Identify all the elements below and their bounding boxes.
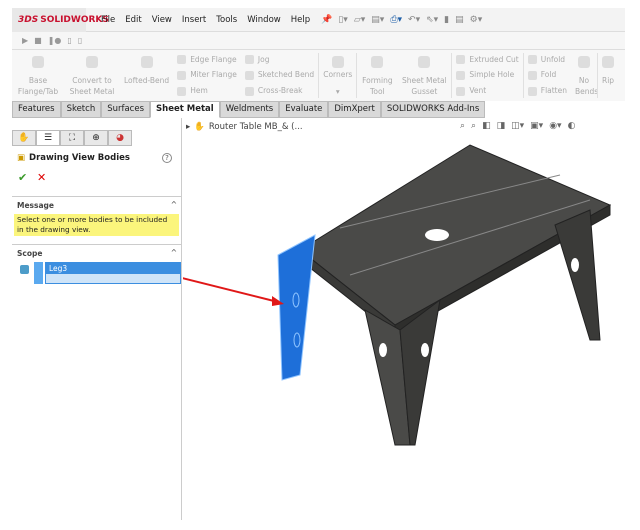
save-icon[interactable]: ▤▾	[371, 15, 384, 25]
tab-sheet-metal[interactable]: Sheet Metal	[150, 101, 220, 118]
scope-selection-list[interactable]: Leg3	[45, 262, 181, 284]
edge-flange-button[interactable]: Edge Flange	[177, 54, 237, 66]
rip-icon	[602, 56, 615, 68]
selection-bar	[34, 262, 43, 284]
ok-checkmark-icon[interactable]: ✔	[18, 171, 27, 184]
convert-to-sheet-metal-button[interactable]: Convert to Sheet Metal	[64, 50, 120, 101]
solidworks-logo[interactable]: 3DS SOLIDWORKS	[12, 7, 109, 32]
property-manager-tab-icon[interactable]: ☰	[36, 130, 60, 146]
panel-title: ▣ Drawing View Bodies	[17, 153, 130, 163]
forming-tool-button[interactable]: Forming Tool	[357, 50, 397, 101]
zoom-area-icon[interactable]: ⌕	[471, 121, 476, 131]
gusset-icon	[418, 56, 431, 68]
list-item[interactable]: Leg3	[46, 263, 180, 274]
corners-icon	[331, 56, 344, 68]
miter-flange-button[interactable]: Miter Flange	[177, 69, 237, 81]
vent-button[interactable]: Vent	[456, 85, 518, 97]
drawing-view-bodies-icon: ▣	[17, 153, 26, 163]
flatten-button[interactable]: Flatten	[528, 85, 567, 97]
rebuild-icon[interactable]: ▮	[444, 15, 449, 25]
simple-hole-button[interactable]: Simple Hole	[456, 69, 518, 81]
help-icon[interactable]: ?	[162, 153, 172, 163]
menu-view[interactable]: View	[147, 15, 177, 25]
tab-weldments[interactable]: Weldments	[219, 101, 280, 118]
configuration-manager-tab-icon[interactable]: ⛶	[60, 130, 84, 146]
no-bends-icon	[578, 56, 590, 68]
lofted-bend-button[interactable]: Lofted-Bend	[120, 50, 173, 101]
base-flange-button[interactable]: Base Flange/Tab	[12, 50, 64, 101]
print-icon[interactable]: ⎙▾	[390, 15, 402, 25]
router-table-model	[277, 144, 612, 446]
previous-view-icon[interactable]: ◧	[482, 121, 491, 131]
menu-bar: 3DS SOLIDWORKS File Edit View Insert Tool…	[12, 7, 625, 32]
stop-icon[interactable]: ■	[34, 36, 42, 45]
file-properties-icon[interactable]: ▤	[455, 15, 464, 25]
unfold-button[interactable]: Unfold	[528, 54, 567, 66]
tab-evaluate[interactable]: Evaluate	[279, 101, 329, 118]
rip-button[interactable]: Rip	[598, 50, 618, 101]
pin-icon[interactable]: 📌	[321, 15, 332, 25]
menu-help[interactable]: Help	[286, 15, 315, 25]
tab-solidworks-add-ins[interactable]: SOLIDWORKS Add-Ins	[380, 101, 486, 118]
collapse-icon[interactable]: ^	[171, 200, 177, 209]
options-gear-icon[interactable]: ⚙▾	[470, 15, 483, 25]
tab-features[interactable]: Features	[12, 101, 61, 118]
sheet-metal-gusset-button[interactable]: Sheet Metal Gusset	[397, 50, 451, 101]
tab-sketch[interactable]: Sketch	[60, 101, 102, 118]
tab-dimxpert[interactable]: DimXpert	[328, 101, 381, 118]
convert-icon	[86, 56, 98, 68]
dimxpert-manager-tab-icon[interactable]: ⊕	[84, 130, 108, 146]
appearance-icon[interactable]: ◐	[568, 121, 576, 131]
menu-tools[interactable]: Tools	[211, 15, 242, 25]
menu-edit[interactable]: Edit	[120, 15, 146, 25]
display-style-icon[interactable]: ▣▾	[530, 121, 543, 131]
assembly-icon: ✋	[194, 122, 205, 132]
select-icon[interactable]: ⇖▾	[426, 15, 438, 25]
edit-macro-icon[interactable]: ▯	[78, 36, 82, 45]
command-tabs: Features Sketch Surfaces Sheet Metal Wel…	[12, 101, 625, 118]
fold-button[interactable]: Fold	[528, 69, 567, 81]
corners-button[interactable]: Corners ▾	[319, 50, 356, 101]
pause-record-icon[interactable]: ❚●	[48, 36, 62, 45]
property-manager-panel: ✋ ☰ ⛶ ⊕ ◕ ▣ Drawing View Bodies ? ✔ ✕ Mes…	[12, 118, 182, 520]
feature-manager-tab-icon[interactable]: ✋	[12, 130, 36, 146]
view-toolbar: ⌕ ⌕ ◧ ◨ ◫▾ ▣▾ ◉▾ ◐	[460, 121, 575, 131]
play-icon[interactable]: ▶	[22, 36, 28, 45]
message-text: Select one or more bodies to be included…	[14, 214, 179, 236]
graphics-area[interactable]	[183, 135, 625, 520]
undo-icon[interactable]: ↶▾	[408, 15, 420, 25]
view-orientation-icon[interactable]: ◫▾	[511, 121, 524, 131]
zoom-fit-icon[interactable]: ⌕	[460, 121, 465, 131]
scope-section-header[interactable]: Scope ^	[12, 244, 182, 262]
menu-file[interactable]: File	[96, 15, 120, 25]
base-flange-icon	[32, 56, 44, 68]
command-manager-ribbon: Base Flange/Tab Convert to Sheet Metal L…	[12, 50, 625, 101]
jog-button[interactable]: Jog	[245, 54, 314, 66]
tab-surfaces[interactable]: Surfaces	[101, 101, 151, 118]
feature-tree-flyout[interactable]: ▸ ✋ Router Table MB_& (...	[186, 122, 303, 132]
hem-button[interactable]: Hem	[177, 85, 237, 97]
message-section-header[interactable]: Message ^	[12, 196, 182, 214]
no-bends-button[interactable]: No Bends	[571, 50, 598, 101]
menu-window[interactable]: Window	[242, 15, 286, 25]
lofted-bend-icon	[140, 56, 153, 68]
display-manager-tab-icon[interactable]: ◕	[108, 130, 132, 146]
cross-break-button[interactable]: Cross-Break	[245, 85, 314, 97]
open-icon[interactable]: ▱▾	[354, 15, 365, 25]
macro-toolbar: ▶ ■ ❚● ▯ ▯	[12, 32, 625, 50]
new-document-icon[interactable]: ▯▾	[338, 15, 347, 25]
expand-arrow-icon[interactable]: ▸	[186, 122, 190, 132]
callout-arrow	[183, 277, 284, 306]
cancel-x-icon[interactable]: ✕	[37, 171, 46, 184]
collapse-icon[interactable]: ^	[171, 248, 177, 257]
section-view-icon[interactable]: ◨	[497, 121, 506, 131]
sketched-bend-button[interactable]: Sketched Bend	[245, 69, 314, 81]
extruded-cut-button[interactable]: Extruded Cut	[456, 54, 518, 66]
new-macro-icon[interactable]: ▯	[67, 36, 71, 45]
forming-tool-icon	[371, 56, 384, 68]
hide-show-icon[interactable]: ◉▾	[549, 121, 561, 131]
menu-insert[interactable]: Insert	[177, 15, 211, 25]
solid-body-icon	[20, 265, 29, 274]
